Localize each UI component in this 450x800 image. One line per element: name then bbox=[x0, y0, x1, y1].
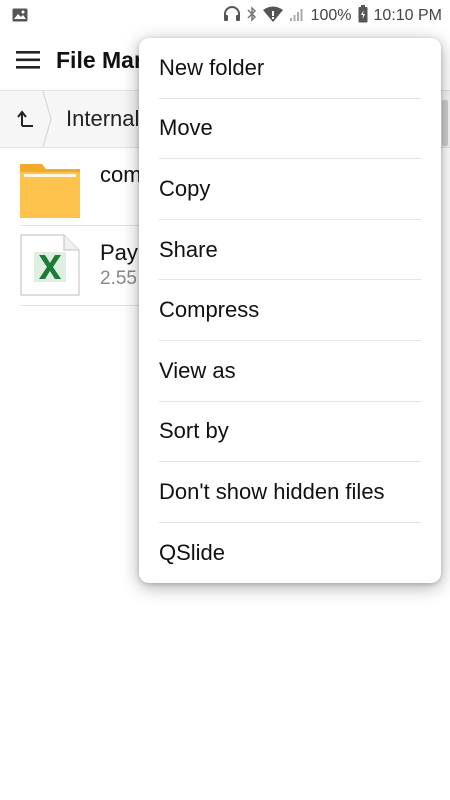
scrollbar-thumb[interactable] bbox=[442, 100, 448, 146]
menu-item-move[interactable]: Move bbox=[159, 99, 421, 160]
battery-icon bbox=[358, 4, 368, 28]
folder-icon bbox=[20, 156, 80, 218]
status-bar: 100% 10:10 PM bbox=[0, 0, 450, 30]
breadcrumb-separator bbox=[42, 91, 52, 147]
signal-icon bbox=[289, 6, 305, 27]
image-notification-icon bbox=[12, 8, 28, 27]
menu-item-view-as[interactable]: View as bbox=[159, 341, 421, 402]
menu-item-copy[interactable]: Copy bbox=[159, 159, 421, 220]
overflow-menu: New folder Move Copy Share Compress View… bbox=[139, 38, 441, 583]
headphones-icon bbox=[223, 5, 241, 28]
battery-percent: 100% bbox=[310, 7, 352, 24]
hamburger-menu-icon[interactable] bbox=[0, 30, 56, 90]
menu-item-qslide[interactable]: QSlide bbox=[159, 523, 421, 584]
menu-item-new-folder[interactable]: New folder bbox=[159, 38, 421, 99]
wifi-icon bbox=[262, 6, 283, 27]
menu-item-hidden-files[interactable]: Don't show hidden files bbox=[159, 462, 421, 523]
menu-item-share[interactable]: Share bbox=[159, 220, 421, 281]
up-arrow-icon[interactable] bbox=[0, 91, 52, 147]
menu-item-compress[interactable]: Compress bbox=[159, 280, 421, 341]
file-name: com bbox=[100, 162, 142, 187]
excel-file-icon bbox=[20, 234, 80, 296]
bluetooth-icon bbox=[247, 5, 257, 28]
file-size: 2.55 bbox=[100, 268, 137, 289]
file-name: Pay bbox=[100, 240, 138, 265]
menu-item-sort-by[interactable]: Sort by bbox=[159, 402, 421, 463]
clock: 10:10 PM bbox=[373, 7, 442, 24]
